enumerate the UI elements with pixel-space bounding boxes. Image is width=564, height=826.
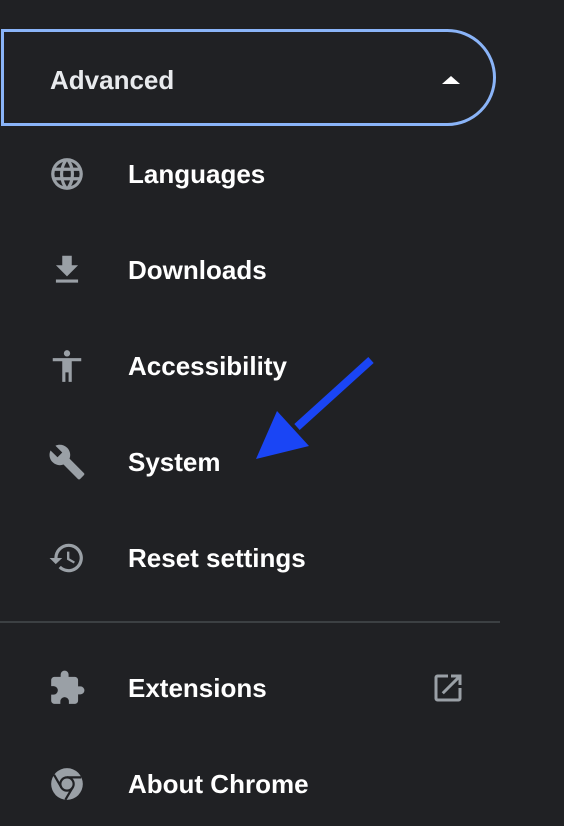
open-in-new-icon[interactable] — [430, 670, 466, 706]
menu-item-label: System — [128, 447, 221, 477]
menu-item-label: Downloads — [128, 255, 267, 285]
download-icon — [55, 255, 79, 283]
menu-item-label: Reset settings — [128, 543, 306, 573]
menu-item-about-chrome[interactable]: About Chrome — [0, 753, 500, 813]
menu-item-label: About Chrome — [128, 769, 309, 799]
advanced-label: Advanced — [50, 65, 175, 95]
menu-item-reset-settings[interactable]: Reset settings — [0, 527, 500, 587]
menu-item-label: Accessibility — [128, 351, 287, 381]
puzzle-icon — [51, 670, 85, 704]
advanced-section-toggle[interactable]: Advanced — [1, 29, 496, 126]
caret-up-icon — [442, 76, 460, 84]
menu-item-label: Extensions — [128, 673, 267, 703]
menu-item-extensions[interactable]: Extensions — [0, 657, 500, 717]
menu-item-languages[interactable]: Languages — [0, 143, 500, 203]
accessibility-icon — [52, 350, 82, 382]
menu-item-label: Languages — [128, 159, 266, 189]
menu-item-accessibility[interactable]: Accessibility — [0, 335, 500, 395]
menu-item-system[interactable]: System — [0, 431, 500, 491]
globe-icon — [51, 158, 83, 190]
chrome-icon — [51, 768, 83, 801]
section-divider — [0, 621, 500, 623]
menu-item-downloads[interactable]: Downloads — [0, 239, 500, 299]
wrench-icon — [49, 444, 85, 480]
history-icon — [49, 543, 83, 573]
